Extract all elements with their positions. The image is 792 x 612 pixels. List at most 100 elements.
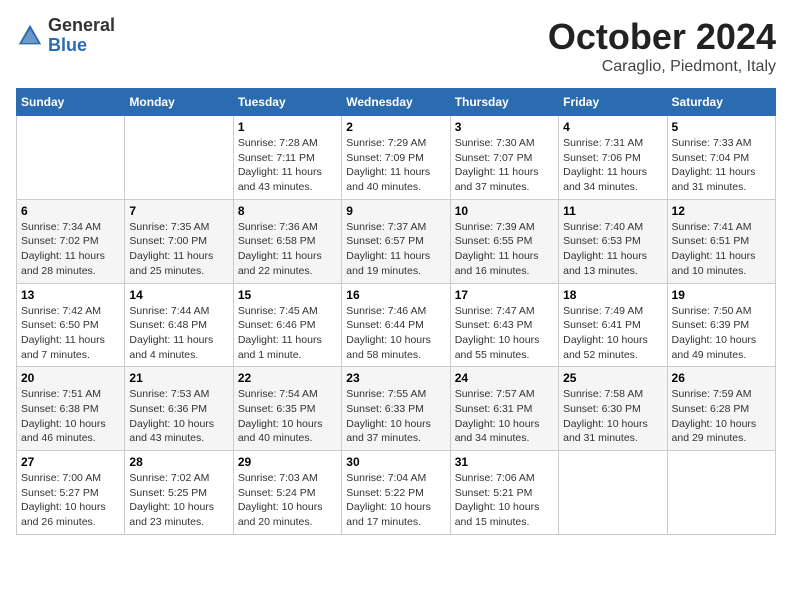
day-info: Sunrise: 7:35 AM Sunset: 7:00 PM Dayligh… [129, 220, 228, 279]
day-number: 1 [238, 120, 337, 134]
day-number: 3 [455, 120, 554, 134]
calendar-day-cell: 19 Sunrise: 7:50 AM Sunset: 6:39 PM Dayli… [667, 283, 775, 367]
day-number: 21 [129, 371, 228, 385]
calendar-day-cell: 12 Sunrise: 7:41 AM Sunset: 6:51 PM Dayli… [667, 199, 775, 283]
day-number: 30 [346, 455, 445, 469]
day-info: Sunrise: 7:37 AM Sunset: 6:57 PM Dayligh… [346, 220, 445, 279]
day-number: 13 [21, 288, 120, 302]
day-info: Sunrise: 7:29 AM Sunset: 7:09 PM Dayligh… [346, 136, 445, 195]
day-number: 10 [455, 204, 554, 218]
month-title: October 2024 [548, 16, 776, 58]
day-number: 27 [21, 455, 120, 469]
day-info: Sunrise: 7:00 AM Sunset: 5:27 PM Dayligh… [21, 471, 120, 530]
day-number: 6 [21, 204, 120, 218]
calendar-day-cell: 21 Sunrise: 7:53 AM Sunset: 6:36 PM Dayli… [125, 367, 233, 451]
location: Caraglio, Piedmont, Italy [548, 58, 776, 76]
calendar-day-cell: 24 Sunrise: 7:57 AM Sunset: 6:31 PM Dayli… [450, 367, 558, 451]
day-info: Sunrise: 7:02 AM Sunset: 5:25 PM Dayligh… [129, 471, 228, 530]
calendar-day-cell: 7 Sunrise: 7:35 AM Sunset: 7:00 PM Daylig… [125, 199, 233, 283]
day-number: 26 [672, 371, 771, 385]
day-info: Sunrise: 7:30 AM Sunset: 7:07 PM Dayligh… [455, 136, 554, 195]
day-info: Sunrise: 7:46 AM Sunset: 6:44 PM Dayligh… [346, 304, 445, 363]
title-area: October 2024 Caraglio, Piedmont, Italy [548, 16, 776, 76]
day-number: 4 [563, 120, 662, 134]
day-info: Sunrise: 7:59 AM Sunset: 6:28 PM Dayligh… [672, 387, 771, 446]
day-of-week-header: Sunday [17, 89, 125, 116]
day-number: 25 [563, 371, 662, 385]
day-number: 9 [346, 204, 445, 218]
day-number: 31 [455, 455, 554, 469]
calendar-day-cell: 27 Sunrise: 7:00 AM Sunset: 5:27 PM Dayli… [17, 451, 125, 535]
calendar-day-cell: 13 Sunrise: 7:42 AM Sunset: 6:50 PM Dayli… [17, 283, 125, 367]
calendar-day-cell: 16Sunrise: 7:46 AM Sunset: 6:44 PM Dayli… [342, 283, 450, 367]
page-header: General Blue October 2024 Caraglio, Pied… [16, 16, 776, 76]
calendar-day-cell: 5Sunrise: 7:33 AM Sunset: 7:04 PM Daylig… [667, 116, 775, 200]
day-of-week-header: Tuesday [233, 89, 341, 116]
day-info: Sunrise: 7:55 AM Sunset: 6:33 PM Dayligh… [346, 387, 445, 446]
day-number: 24 [455, 371, 554, 385]
day-info: Sunrise: 7:03 AM Sunset: 5:24 PM Dayligh… [238, 471, 337, 530]
calendar-week-row: 13 Sunrise: 7:42 AM Sunset: 6:50 PM Dayli… [17, 283, 776, 367]
day-info: Sunrise: 7:58 AM Sunset: 6:30 PM Dayligh… [563, 387, 662, 446]
day-of-week-header: Wednesday [342, 89, 450, 116]
calendar-day-cell: 14 Sunrise: 7:44 AM Sunset: 6:48 PM Dayli… [125, 283, 233, 367]
day-info: Sunrise: 7:57 AM Sunset: 6:31 PM Dayligh… [455, 387, 554, 446]
logo: General Blue [16, 16, 115, 56]
day-info: Sunrise: 7:51 AM Sunset: 6:38 PM Dayligh… [21, 387, 120, 446]
calendar-day-cell [667, 451, 775, 535]
day-number: 8 [238, 204, 337, 218]
day-number: 17 [455, 288, 554, 302]
day-number: 19 [672, 288, 771, 302]
calendar-day-cell: 11Sunrise: 7:40 AM Sunset: 6:53 PM Dayli… [559, 199, 667, 283]
day-info: Sunrise: 7:39 AM Sunset: 6:55 PM Dayligh… [455, 220, 554, 279]
calendar-header-row: SundayMondayTuesdayWednesdayThursdayFrid… [17, 89, 776, 116]
day-info: Sunrise: 7:31 AM Sunset: 7:06 PM Dayligh… [563, 136, 662, 195]
day-number: 15 [238, 288, 337, 302]
day-info: Sunrise: 7:04 AM Sunset: 5:22 PM Dayligh… [346, 471, 445, 530]
day-number: 12 [672, 204, 771, 218]
day-of-week-header: Friday [559, 89, 667, 116]
calendar-day-cell: 28 Sunrise: 7:02 AM Sunset: 5:25 PM Dayli… [125, 451, 233, 535]
day-info: Sunrise: 7:53 AM Sunset: 6:36 PM Dayligh… [129, 387, 228, 446]
day-number: 14 [129, 288, 228, 302]
calendar-week-row: 20Sunrise: 7:51 AM Sunset: 6:38 PM Dayli… [17, 367, 776, 451]
day-info: Sunrise: 7:44 AM Sunset: 6:48 PM Dayligh… [129, 304, 228, 363]
calendar-day-cell: 17 Sunrise: 7:47 AM Sunset: 6:43 PM Dayli… [450, 283, 558, 367]
day-number: 2 [346, 120, 445, 134]
day-info: Sunrise: 7:34 AM Sunset: 7:02 PM Dayligh… [21, 220, 120, 279]
calendar-week-row: 6 Sunrise: 7:34 AM Sunset: 7:02 PM Daylig… [17, 199, 776, 283]
day-info: Sunrise: 7:28 AM Sunset: 7:11 PM Dayligh… [238, 136, 337, 195]
day-info: Sunrise: 7:47 AM Sunset: 6:43 PM Dayligh… [455, 304, 554, 363]
day-number: 11 [563, 204, 662, 218]
day-number: 18 [563, 288, 662, 302]
day-info: Sunrise: 7:50 AM Sunset: 6:39 PM Dayligh… [672, 304, 771, 363]
day-number: 22 [238, 371, 337, 385]
day-info: Sunrise: 7:41 AM Sunset: 6:51 PM Dayligh… [672, 220, 771, 279]
calendar-day-cell: 18 Sunrise: 7:49 AM Sunset: 6:41 PM Dayli… [559, 283, 667, 367]
day-number: 28 [129, 455, 228, 469]
calendar-day-cell: 3 Sunrise: 7:30 AM Sunset: 7:07 PM Daylig… [450, 116, 558, 200]
calendar-day-cell: 23Sunrise: 7:55 AM Sunset: 6:33 PM Dayli… [342, 367, 450, 451]
day-info: Sunrise: 7:54 AM Sunset: 6:35 PM Dayligh… [238, 387, 337, 446]
day-number: 29 [238, 455, 337, 469]
calendar-day-cell [17, 116, 125, 200]
day-info: Sunrise: 7:42 AM Sunset: 6:50 PM Dayligh… [21, 304, 120, 363]
calendar-day-cell: 20Sunrise: 7:51 AM Sunset: 6:38 PM Dayli… [17, 367, 125, 451]
day-of-week-header: Saturday [667, 89, 775, 116]
calendar-day-cell: 26 Sunrise: 7:59 AM Sunset: 6:28 PM Dayli… [667, 367, 775, 451]
calendar-week-row: 1 Sunrise: 7:28 AM Sunset: 7:11 PM Daylig… [17, 116, 776, 200]
calendar-day-cell: 10 Sunrise: 7:39 AM Sunset: 6:55 PM Dayli… [450, 199, 558, 283]
calendar-day-cell [125, 116, 233, 200]
logo-blue-text: Blue [48, 36, 115, 56]
day-number: 7 [129, 204, 228, 218]
day-info: Sunrise: 7:36 AM Sunset: 6:58 PM Dayligh… [238, 220, 337, 279]
calendar-day-cell: 2 Sunrise: 7:29 AM Sunset: 7:09 PM Daylig… [342, 116, 450, 200]
day-info: Sunrise: 7:49 AM Sunset: 6:41 PM Dayligh… [563, 304, 662, 363]
calendar-day-cell: 30 Sunrise: 7:04 AM Sunset: 5:22 PM Dayli… [342, 451, 450, 535]
calendar-day-cell: 4 Sunrise: 7:31 AM Sunset: 7:06 PM Daylig… [559, 116, 667, 200]
calendar-body: 1 Sunrise: 7:28 AM Sunset: 7:11 PM Daylig… [17, 116, 776, 535]
day-info: Sunrise: 7:45 AM Sunset: 6:46 PM Dayligh… [238, 304, 337, 363]
logo-general-text: General [48, 16, 115, 36]
calendar-day-cell: 1 Sunrise: 7:28 AM Sunset: 7:11 PM Daylig… [233, 116, 341, 200]
calendar-day-cell: 22 Sunrise: 7:54 AM Sunset: 6:35 PM Dayli… [233, 367, 341, 451]
